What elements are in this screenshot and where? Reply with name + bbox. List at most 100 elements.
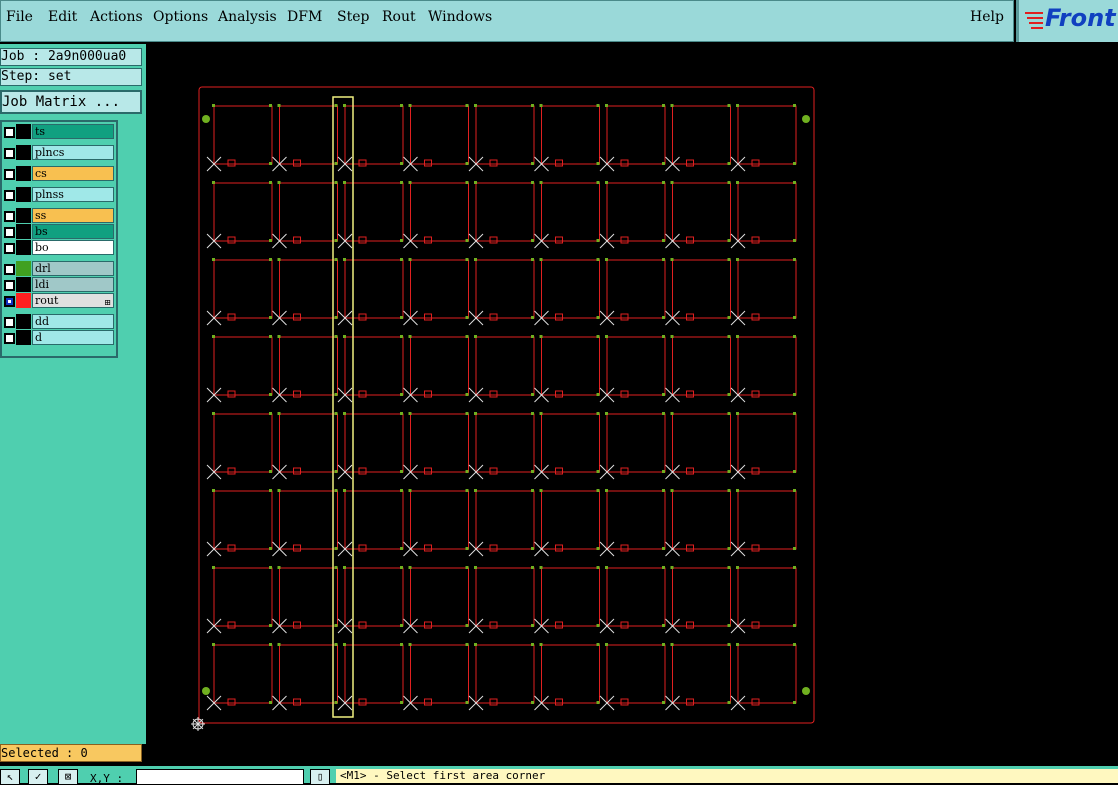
board-outline [606,644,666,704]
layer-color-swatch[interactable] [16,224,31,239]
menu-file[interactable]: File [6,9,33,25]
pad [596,393,600,396]
tab-feature [424,390,432,398]
menu-analysis[interactable]: Analysis [218,9,277,25]
layer-name[interactable]: ts [32,124,114,139]
layer-checkbox[interactable] [4,127,15,138]
panel-icon: ▯ [316,770,324,783]
menu-edit[interactable]: Edit [48,9,77,25]
pad [793,181,796,184]
pad [269,643,272,646]
layer-row-plnss[interactable]: plnss [2,187,116,202]
layer-color-swatch[interactable] [16,240,31,255]
layer-checkbox[interactable] [4,190,15,201]
layer-color-swatch[interactable] [16,208,31,223]
layer-checkbox[interactable] [4,243,15,254]
pad [605,489,608,492]
pad [662,393,665,396]
layer-row-bs[interactable]: bs [2,224,116,239]
pad [662,566,665,569]
pad [334,470,338,473]
board-outline [410,644,469,704]
layer-row-ldi[interactable]: ldi [2,277,116,292]
menu-help[interactable]: Help [970,9,1004,25]
menu-rout[interactable]: Rout [382,9,416,25]
layer-row-ss[interactable]: ss [2,208,116,223]
layer-row-rout[interactable]: rout ⊞ [2,293,116,308]
pad [793,412,796,415]
pad [605,412,608,415]
pad [343,643,346,646]
layer-row-ts[interactable]: ts [2,124,116,139]
graphics-canvas[interactable] [146,44,1118,744]
job-matrix-button[interactable]: Job Matrix ... [0,90,142,114]
layer-row-dd[interactable]: dd [2,314,116,329]
layer-color-swatch[interactable] [16,314,31,329]
layer-name[interactable]: cs [32,166,114,181]
pad [400,489,403,492]
pad [539,181,543,184]
layer-row-bo[interactable]: bo [2,240,116,255]
layer-name[interactable]: ldi [32,277,114,292]
layer-checkbox[interactable] [4,280,15,291]
tab-feature [555,621,563,629]
layer-checkbox[interactable] [4,264,15,275]
tab-feature [555,467,563,475]
pad [596,624,600,627]
menu-windows[interactable]: Windows [428,9,492,25]
pad [277,258,281,261]
layer-row-d[interactable]: d [2,330,116,345]
layer-checkbox[interactable] [4,317,15,328]
pad [474,566,477,569]
layer-color-swatch[interactable] [16,330,31,345]
pad [269,316,272,319]
tab-feature [358,390,367,398]
tab-feature [227,467,236,475]
logo-lines-icon [1025,12,1043,29]
layer-name[interactable]: dd [32,314,114,329]
layer-checkbox[interactable] [4,227,15,238]
board-outline [475,259,535,319]
layer-name[interactable]: ss [32,208,114,223]
layer-color-swatch[interactable] [16,124,31,139]
layer-color-swatch[interactable] [16,277,31,292]
layer-color-swatch[interactable] [16,187,31,202]
tab-feature [620,698,629,706]
pad [474,181,477,184]
pad [212,104,215,107]
layer-name[interactable]: rout ⊞ [32,293,114,308]
layer-checkbox[interactable] [4,169,15,180]
menu-actions[interactable]: Actions [90,9,143,25]
layer-checkbox[interactable] [4,211,15,222]
board-outline [737,259,797,319]
pad [727,316,731,319]
pad [269,412,272,415]
job-name: Job : 2a9n000ua0 [0,48,142,66]
tab-feature [293,236,301,244]
layer-row-cs[interactable]: cs [2,166,116,181]
layer-name[interactable]: d [32,330,114,345]
tab-feature [686,236,694,244]
pad [662,316,665,319]
layer-color-swatch[interactable] [16,145,31,160]
menu-dfm[interactable]: DFM [287,9,322,25]
menu-options[interactable]: Options [153,9,208,25]
layer-name[interactable]: bo [32,240,114,255]
layer-checkbox[interactable] [4,296,15,307]
pad [400,412,403,415]
pad [793,547,796,550]
tab-feature [489,390,498,398]
layer-checkbox[interactable] [4,148,15,159]
layer-checkbox[interactable] [4,333,15,344]
layer-name[interactable]: plncs [32,145,114,160]
layer-name[interactable]: plnss [32,187,114,202]
layer-color-swatch[interactable] [16,166,31,181]
layer-row-plncs[interactable]: plncs [2,145,116,160]
layer-color-swatch[interactable] [16,293,31,308]
layer-name[interactable]: bs [32,224,114,239]
board-outline [606,105,666,165]
layer-color-swatch[interactable] [16,261,31,276]
layer-row-drl[interactable]: drl [2,261,116,276]
menu-step[interactable]: Step [337,9,369,25]
layer-name[interactable]: drl [32,261,114,276]
